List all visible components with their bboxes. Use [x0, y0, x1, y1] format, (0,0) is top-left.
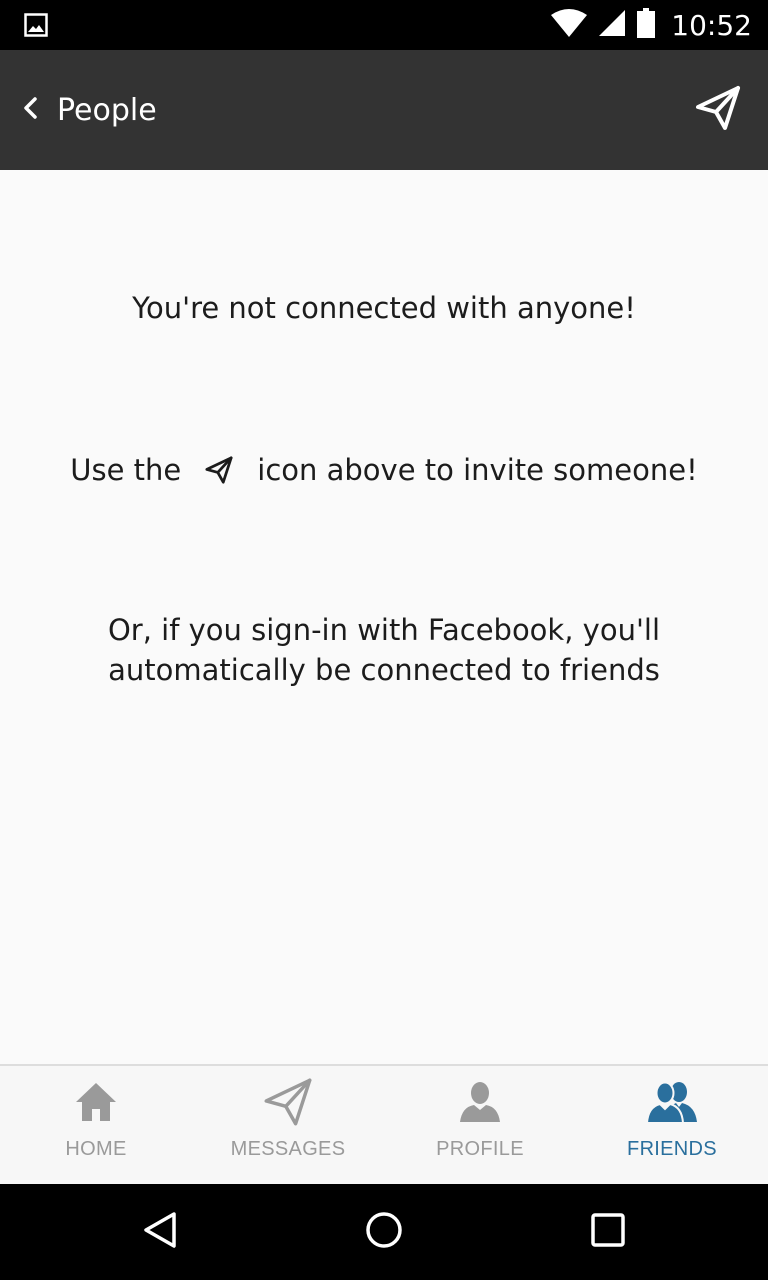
tab-messages[interactable]: MESSAGES	[192, 1066, 384, 1184]
system-nav-bar	[0, 1184, 768, 1280]
triangle-back-icon	[140, 1210, 180, 1255]
empty-message: You're not connected with anyone!	[132, 291, 636, 325]
app-bar: People	[0, 50, 768, 170]
circle-home-icon	[364, 1210, 404, 1255]
status-icons: 10:52	[551, 0, 752, 50]
tab-home-label: HOME	[65, 1138, 127, 1160]
home-icon	[56, 1074, 136, 1130]
recents-nav-button[interactable]	[584, 1208, 632, 1256]
tab-profile[interactable]: PROFILE	[384, 1066, 576, 1184]
battery-icon	[637, 7, 656, 43]
image-icon	[24, 13, 48, 37]
wifi-icon	[551, 8, 588, 42]
status-bar: 10:52	[0, 0, 768, 50]
bottom-nav: HOME MESSAGES PROFILE FRIENDS	[0, 1064, 768, 1184]
facebook-hint: Or, if you sign-in with Facebook, you'll…	[0, 610, 768, 690]
invite-hint-after: icon above to invite someone!	[257, 453, 698, 487]
tab-friends[interactable]: FRIENDS	[576, 1066, 768, 1184]
back-nav-button[interactable]	[136, 1208, 184, 1256]
back-button[interactable]	[10, 90, 50, 130]
tab-friends-label: FRIENDS	[627, 1138, 717, 1160]
tab-messages-label: MESSAGES	[230, 1138, 346, 1160]
invite-button[interactable]	[688, 80, 748, 140]
friends-icon	[632, 1074, 712, 1130]
clock: 10:52	[671, 8, 752, 42]
chevron-left-icon	[20, 96, 40, 125]
signal-icon	[597, 8, 627, 43]
paper-plane-icon	[248, 1074, 328, 1130]
square-recents-icon	[590, 1212, 626, 1253]
facebook-hint-line1: Or, if you sign-in with Facebook, you'll	[107, 613, 661, 647]
paper-plane-icon	[181, 456, 257, 484]
person-icon	[440, 1074, 520, 1130]
paper-plane-icon	[695, 85, 741, 136]
home-nav-button[interactable]	[360, 1208, 408, 1256]
tab-home[interactable]: HOME	[0, 1066, 192, 1184]
facebook-hint-line2: automatically be connected to friends	[108, 653, 660, 687]
empty-state: You're not connected with anyone! Use th…	[0, 170, 768, 1064]
invite-hint-before: Use the	[70, 453, 182, 487]
tab-profile-label: PROFILE	[436, 1138, 524, 1160]
invite-hint: Use the icon above to invite someone!	[0, 450, 768, 490]
page-title: People	[57, 92, 157, 128]
